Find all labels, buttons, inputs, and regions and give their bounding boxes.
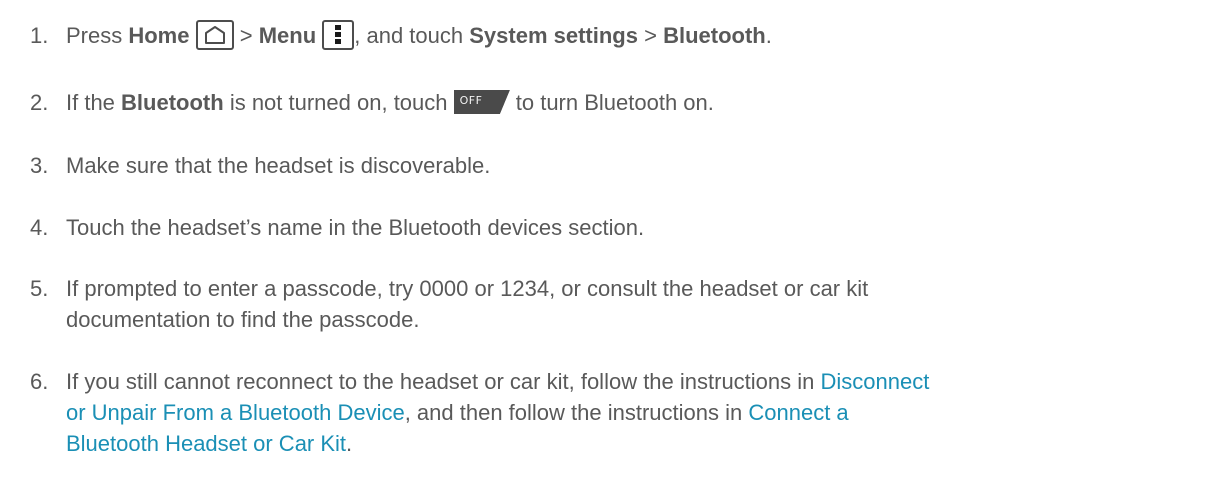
step-1: 1. Press Home > Menu , and touch System … — [30, 20, 1190, 51]
link-text[interactable]: Connect a — [748, 400, 848, 425]
text-run: is not turned on, touch — [223, 90, 454, 115]
step-text: If the Bluetooth is not turned on, touch… — [66, 87, 1190, 118]
bluetooth-label: Bluetooth — [121, 90, 224, 115]
menu-label: Menu — [258, 23, 317, 48]
step-6: 6. If you still cannot reconnect to the … — [30, 366, 1190, 459]
text-run: If you still cannot reconnect to the hea… — [66, 369, 821, 394]
text-run: > — [637, 23, 664, 48]
menu-icon — [322, 20, 355, 50]
home-label: Home — [128, 23, 190, 48]
bluetooth-label: Bluetooth — [663, 23, 766, 48]
home-icon — [195, 20, 234, 50]
step-number: 1. — [30, 23, 49, 48]
text-line: documentation to find the passcode. — [66, 307, 420, 332]
text-run: . — [346, 431, 353, 456]
link-text[interactable]: Bluetooth Headset or Car Kit — [66, 431, 346, 456]
text-run: > — [233, 23, 259, 48]
text-run: . — [765, 23, 772, 48]
step-3: 3. Make sure that the headset is discove… — [30, 150, 1190, 181]
step-number: 2. — [30, 90, 49, 115]
step-text: Make sure that the headset is discoverab… — [66, 153, 491, 178]
step-number: 3. — [30, 153, 49, 178]
step-4: 4. Touch the headset’s name in the Bluet… — [30, 212, 1190, 243]
link-text[interactable]: or Unpair From a Bluetooth Device — [66, 400, 405, 425]
text-line: If prompted to enter a passcode, try 000… — [66, 276, 869, 301]
toggle-label: OFF — [459, 94, 483, 107]
text-run: Press — [66, 23, 129, 48]
step-text: Press Home > Menu , and touch System set… — [66, 20, 1190, 51]
off-toggle-icon: OFF — [453, 90, 510, 114]
link-text[interactable]: Disconnect — [821, 369, 930, 394]
step-text: If you still cannot reconnect to the hea… — [66, 366, 1190, 459]
step-5: 5. If prompted to enter a passcode, try … — [30, 273, 1190, 335]
system-settings-label: System settings — [469, 23, 638, 48]
step-number: 5. — [30, 276, 49, 301]
step-text: If prompted to enter a passcode, try 000… — [66, 273, 1190, 335]
step-number: 4. — [30, 215, 49, 240]
text-run: to turn Bluetooth on. — [509, 90, 714, 115]
step-text: Touch the headset’s name in the Bluetoot… — [66, 215, 645, 240]
text-run: , and touch — [354, 23, 470, 48]
text-run: , and then follow the instructions in — [404, 400, 749, 425]
text-run: If the — [66, 90, 122, 115]
step-2: 2. If the Bluetooth is not turned on, to… — [30, 87, 1190, 118]
step-number: 6. — [30, 369, 49, 394]
